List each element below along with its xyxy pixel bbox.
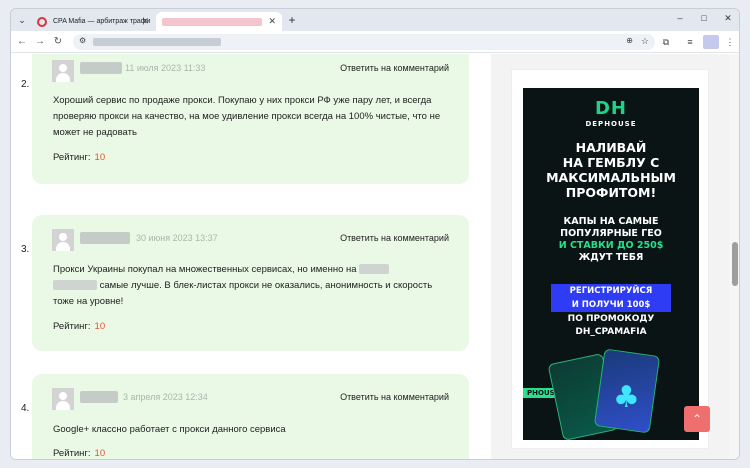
caps-highlight: И СТАВКИ ДО 250$ (558, 240, 664, 251)
reply-link[interactable]: Ответить на комментарий (340, 63, 449, 73)
caps-line: ПОПУЛЯРНЫЕ ГЕО (560, 228, 662, 239)
reload-icon[interactable]: ↻ (51, 35, 65, 49)
blurred-link (359, 264, 390, 275)
caps-line: КАПЫ НА САМЫЕ (563, 216, 659, 227)
comment-card: 3 апреля 2023 12:34 Ответить на коммента… (32, 374, 469, 459)
caps-line: ЖДУТ ТЕБЯ (578, 252, 644, 263)
avatar (52, 229, 74, 251)
ad-promo: РЕГИСТРИРУЙСЯ И ПОЛУЧИ 100$ ПО ПРОМОКОДУ… (551, 284, 671, 337)
blurred-author-name (80, 62, 122, 74)
promo-by: ПО ПРОМОКОДУ (567, 314, 655, 324)
tab-cpamafia[interactable]: CPA Mafia — арбитраж трафи ✕ (31, 12, 155, 31)
comment-text-start: Прокси Украины покупал на множественных … (53, 264, 357, 275)
comment-rating: Рейтинг: 10 (53, 448, 105, 459)
headline-line: НАЛИВАЙ (575, 140, 647, 155)
extensions-icon[interactable]: ⧉ (659, 35, 673, 49)
browser-toolbar: ← → ↻ ⚙ ⊕ ☆ ⧉ ≡ ⋮ (11, 31, 739, 53)
comment-date: 30 июня 2023 13:37 (136, 233, 218, 243)
profile-avatar[interactable] (703, 35, 719, 49)
dephouse-logo: DH (594, 98, 627, 119)
club-suit-icon: ♣ (613, 380, 640, 415)
promo-line: И ПОЛУЧИ 100$ (551, 298, 671, 312)
forward-arrow-icon[interactable]: → (33, 35, 47, 49)
promo-line: РЕГИСТРИРУЙСЯ (551, 284, 671, 298)
rating-label: Рейтинг: (53, 321, 91, 332)
back-arrow-icon[interactable]: ← (15, 35, 29, 49)
site-settings-icon[interactable]: ⚙ (79, 36, 86, 45)
chevron-up-icon: ⌃ (691, 412, 703, 426)
blurred-author-name (80, 232, 130, 244)
reply-link[interactable]: Ответить на комментарий (340, 392, 449, 402)
comment-card: 11 июля 2023 11:33 Ответить на комментар… (32, 54, 469, 184)
page-scrollbar[interactable] (729, 54, 739, 459)
comment-text: Хороший сервис по продаже прокси. Покупа… (53, 95, 441, 138)
menu-kebab-icon[interactable]: ⋮ (723, 35, 737, 49)
comment-text: Прокси Украины покупал на множественных … (53, 262, 453, 310)
tab-title: CPA Mafia — арбитраж трафи (53, 18, 151, 25)
comment-card: 30 июня 2023 13:37 Ответить на комментар… (32, 215, 469, 351)
playing-cards-illustration: ♣ (543, 348, 683, 440)
ad-caps-text: КАПЫ НА САМЫЕ ПОПУЛЯРНЫЕ ГЕО И СТАВКИ ДО… (523, 216, 699, 264)
comment-text: Google+ классно работает с прокси данног… (53, 424, 286, 435)
tab-active[interactable]: ✕ (156, 12, 282, 31)
address-bar[interactable]: ⚙ ⊕ ☆ (73, 34, 655, 50)
blurred-author-name (80, 391, 118, 403)
tab-close-icon[interactable]: ✕ (268, 12, 276, 31)
browser-window: ⌄ CPA Mafia — арбитраж трафи ✕ ✕ + – □ ✕… (10, 8, 740, 460)
new-tab-button[interactable]: + (284, 12, 300, 28)
zoom-icon[interactable]: ⊕ (626, 36, 633, 45)
rating-label: Рейтинг: (53, 448, 91, 459)
blurred-link (53, 280, 97, 291)
avatar (52, 388, 74, 410)
comment-number: 3. (21, 244, 30, 255)
headline-line: ПРОФИТОМ! (565, 185, 657, 200)
tab-strip: ⌄ CPA Mafia — арбитраж трафи ✕ ✕ + – □ ✕ (11, 9, 739, 31)
promo-code: DH_CPAMAFIA (575, 327, 647, 337)
brand-name: DEPHOUSE (585, 120, 637, 128)
comment-number: 2. (21, 79, 30, 90)
maximize-button[interactable]: □ (697, 13, 711, 23)
ad-headline: НАЛИВАЙ НА ГЕМБЛУ С МАКСИМАЛЬНЫМ ПРОФИТО… (523, 140, 699, 200)
minimize-button[interactable]: – (673, 13, 687, 23)
blurred-tab-title (162, 18, 262, 26)
media-controls-icon[interactable]: ≡ (683, 35, 697, 49)
dephouse-ad-banner[interactable]: DH DEPHOUSE НАЛИВАЙ НА ГЕМБЛУ С МАКСИМАЛ… (523, 88, 699, 440)
tab-search-dropdown-icon[interactable]: ⌄ (15, 13, 29, 27)
tab-close-icon[interactable]: ✕ (141, 12, 149, 31)
scrollbar-thumb[interactable] (732, 242, 738, 286)
comments-column: 2. 11 июля 2023 11:33 Ответить на коммен… (11, 54, 491, 459)
headline-line: НА ГЕМБЛУ С (562, 155, 660, 170)
comment-number: 4. (21, 403, 30, 414)
ad-container: DH DEPHOUSE НАЛИВАЙ НА ГЕМБЛУ С МАКСИМАЛ… (511, 69, 709, 449)
rating-value: 10 (94, 321, 106, 332)
rating-label: Рейтинг: (53, 152, 91, 163)
comment-date: 3 апреля 2023 12:34 (123, 392, 208, 402)
headline-line: МАКСИМАЛЬНЫМ (546, 170, 676, 185)
page-viewport: 2. 11 июля 2023 11:33 Ответить на коммен… (11, 54, 739, 459)
comment-rating: Рейтинг: 10 (53, 321, 105, 332)
rating-value: 10 (94, 152, 106, 163)
avatar (52, 60, 74, 82)
comment-rating: Рейтинг: 10 (53, 152, 105, 163)
blurred-url (93, 38, 221, 46)
close-window-button[interactable]: ✕ (721, 13, 735, 24)
cpamafia-favicon-icon (37, 17, 47, 27)
bookmark-star-icon[interactable]: ☆ (641, 36, 649, 47)
reply-link[interactable]: Ответить на комментарий (340, 233, 449, 243)
comment-text-end: самые лучше. В блек-листах прокси не ока… (53, 280, 433, 307)
scroll-to-top-button[interactable]: ⌃ (684, 406, 710, 432)
comment-date: 11 июля 2023 11:33 (125, 63, 206, 73)
rating-value: 10 (94, 448, 106, 459)
